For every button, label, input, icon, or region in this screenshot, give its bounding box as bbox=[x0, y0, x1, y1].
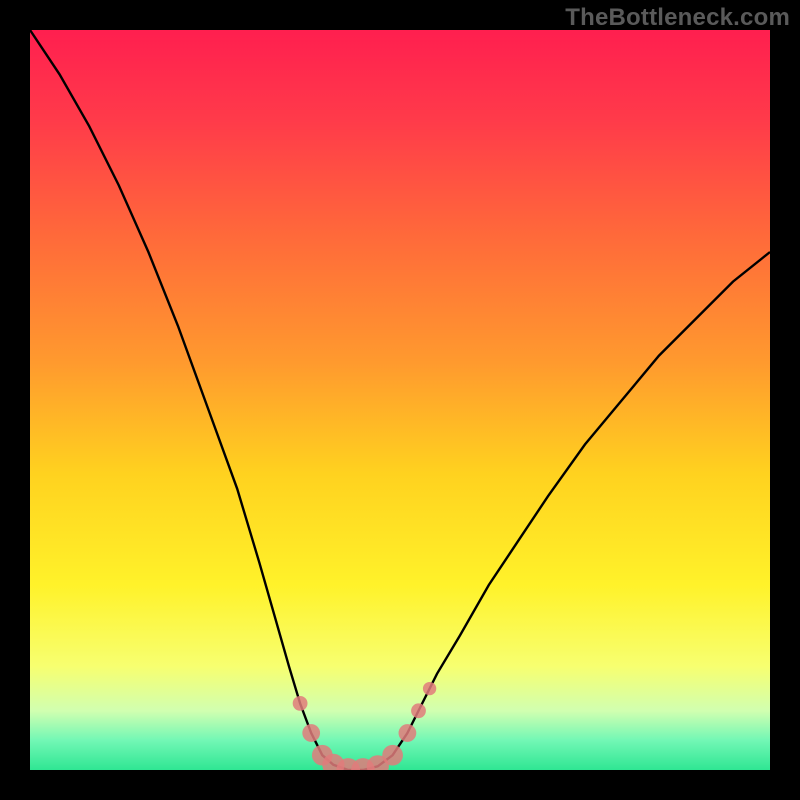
marker-dot bbox=[423, 682, 436, 695]
marker-dot bbox=[411, 703, 426, 718]
marker-dot bbox=[302, 724, 320, 742]
gradient-background bbox=[30, 30, 770, 770]
plot-svg bbox=[30, 30, 770, 770]
marker-dot bbox=[293, 696, 308, 711]
marker-dot bbox=[399, 724, 417, 742]
watermark-text: TheBottleneck.com bbox=[565, 4, 790, 32]
plot-area bbox=[30, 30, 770, 770]
chart-frame: TheBottleneck.com bbox=[0, 0, 800, 800]
marker-dot bbox=[382, 745, 403, 766]
